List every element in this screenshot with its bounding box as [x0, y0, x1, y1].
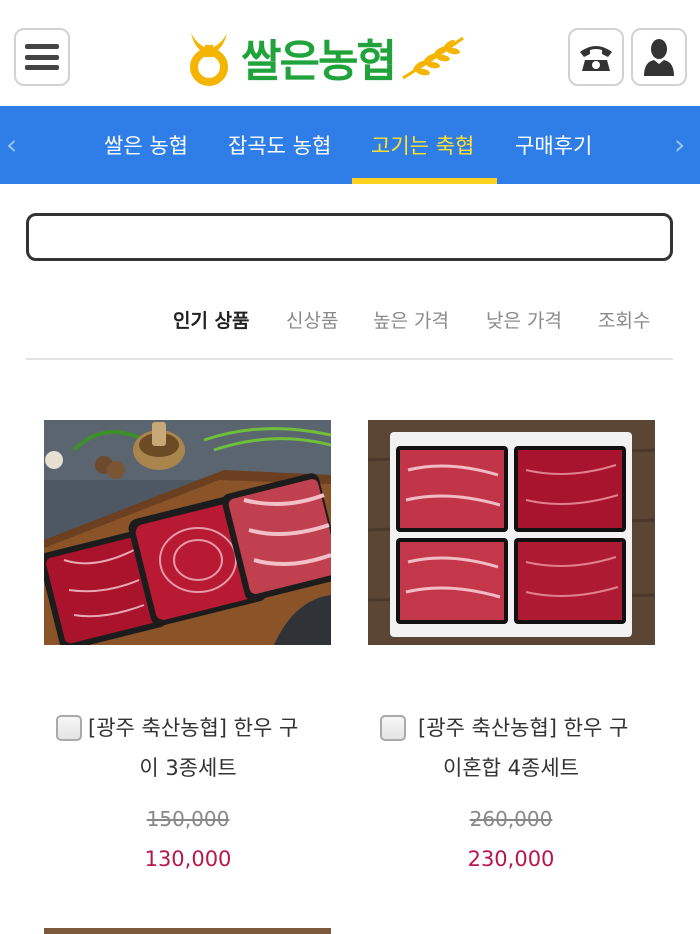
- active-tab-indicator: [352, 178, 497, 184]
- next-product-image-edge: [44, 928, 331, 934]
- product-title-line1[interactable]: [광주 축산농협] 한우 구: [88, 708, 348, 748]
- product-checkbox[interactable]: [56, 715, 82, 741]
- hamburger-menu-icon: [25, 44, 59, 70]
- phone-button[interactable]: [568, 28, 624, 86]
- sort-tab-low-price[interactable]: 낮은 가격: [486, 306, 562, 333]
- logo[interactable]: 쌀은농협: [183, 22, 523, 92]
- sort-tab-new[interactable]: 신상품: [286, 306, 338, 333]
- product-checkbox[interactable]: [380, 715, 406, 741]
- category-nav: ‹ 쌀은 농협 잡곡도 농협 고기는 축협 구매후기 ›: [0, 106, 700, 184]
- logo-text: 쌀은농협: [241, 36, 397, 87]
- divider: [26, 358, 673, 360]
- nonghyup-logo-icon: [190, 33, 228, 86]
- nav-item-rice[interactable]: 쌀은 농협: [104, 130, 188, 160]
- search-input[interactable]: [26, 213, 673, 261]
- chevron-right-icon[interactable]: ›: [674, 128, 685, 162]
- original-price: 150,000: [146, 807, 230, 831]
- user-button[interactable]: [631, 28, 687, 86]
- product-title-line2[interactable]: 이혼합 4종세트: [371, 748, 651, 788]
- app-header: 쌀은농협: [0, 0, 700, 106]
- nav-item-meat[interactable]: 고기는 축협: [371, 130, 474, 160]
- product-title-line1[interactable]: [광주 축산농협] 한우 구: [418, 708, 688, 748]
- user-icon: [644, 39, 674, 76]
- sort-tab-views[interactable]: 조회수: [598, 306, 650, 333]
- sale-price: 230,000: [467, 847, 555, 871]
- wheat-icon: [402, 36, 464, 80]
- sort-tab-popular[interactable]: 인기 상품: [173, 306, 250, 333]
- original-price: 260,000: [469, 807, 553, 831]
- product-title-line2[interactable]: 이 3종세트: [48, 748, 328, 788]
- nav-item-grains[interactable]: 잡곡도 농협: [228, 130, 331, 160]
- phone-icon: [580, 46, 612, 71]
- product-image[interactable]: [44, 420, 331, 645]
- sale-price: 130,000: [144, 847, 232, 871]
- chevron-left-icon[interactable]: ‹: [6, 128, 17, 162]
- menu-button[interactable]: [14, 28, 70, 86]
- nav-item-reviews[interactable]: 구매후기: [515, 130, 592, 160]
- sort-tab-high-price[interactable]: 높은 가격: [373, 306, 449, 333]
- product-image[interactable]: [368, 420, 655, 645]
